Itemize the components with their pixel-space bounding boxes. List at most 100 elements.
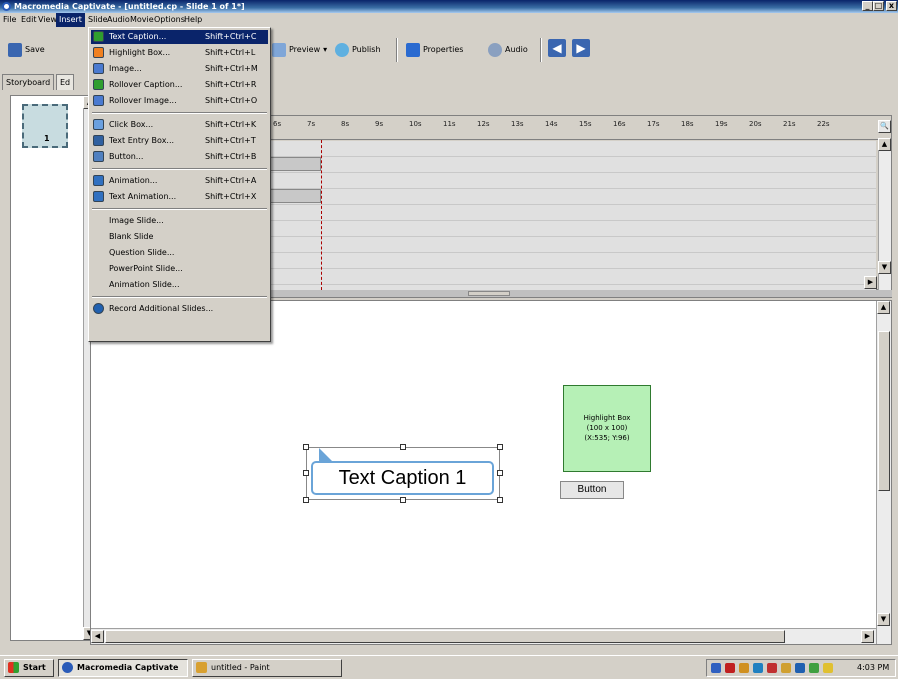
resize-handle[interactable] (303, 444, 309, 450)
ruler-tick-label: 18s (681, 120, 694, 128)
view-tabs: Storyboard Ed (0, 70, 90, 92)
menu-item-rollover-image[interactable]: Rollover Image... Shift+Ctrl+O (91, 94, 268, 108)
menu-item-blank-slide[interactable]: Blank Slide (91, 230, 268, 244)
minimize-button[interactable]: _ (862, 1, 873, 11)
ruler-tick-label: 13s (511, 120, 524, 128)
stage-vertical-scrollbar[interactable]: ▲ ▼ (876, 301, 891, 644)
menu-item-rollover-caption[interactable]: Rollover Caption... Shift+Ctrl+R (91, 78, 268, 92)
slide-thumbnail[interactable]: 1 (22, 104, 68, 148)
floppy-disk-icon (8, 43, 22, 57)
scroll-right-icon[interactable]: ▶ (864, 276, 877, 289)
ruler-tick-label: 6s (273, 120, 282, 128)
tray-app-icon[interactable] (809, 663, 819, 673)
save-button[interactable]: Save (8, 40, 45, 60)
taskbar-clock[interactable]: 4:03 PM (857, 660, 889, 676)
highlight-box-icon (93, 47, 104, 58)
taskbar-paint[interactable]: untitled - Paint (192, 659, 342, 677)
ruler-tick-label: 15s (579, 120, 592, 128)
scroll-down-icon[interactable]: ▼ (877, 613, 890, 626)
stage-button[interactable]: Button (560, 481, 624, 499)
scroll-left-icon[interactable]: ◀ (91, 630, 104, 643)
ruler-tick-label: 11s (443, 120, 456, 128)
menu-item-image[interactable]: Image... Shift+Ctrl+M (91, 62, 268, 76)
splitter-grip-icon[interactable] (468, 291, 510, 296)
resize-handle[interactable] (400, 444, 406, 450)
menu-insert[interactable]: Insert (56, 13, 85, 27)
tray-app-icon[interactable] (739, 663, 749, 673)
tab-edit[interactable]: Ed (56, 74, 75, 90)
toolbar-separator (540, 38, 542, 62)
text-entry-icon (93, 135, 104, 146)
scroll-up-icon[interactable]: ▲ (877, 301, 890, 314)
menu-item-text-animation[interactable]: Text Animation... Shift+Ctrl+X (91, 190, 268, 204)
menu-item-text-entry-box[interactable]: Text Entry Box... Shift+Ctrl+T (91, 134, 268, 148)
resize-handle[interactable] (400, 497, 406, 503)
menu-item-question-slide[interactable]: Question Slide... (91, 246, 268, 260)
highlight-box[interactable]: Highlight Box (100 x 100) (X:535; Y:96) (563, 385, 651, 472)
next-slide-button[interactable]: ▶ (572, 38, 590, 58)
zoom-icon[interactable]: 🔍 (878, 120, 891, 133)
publish-button[interactable]: Publish (335, 40, 381, 60)
tray-network-icon[interactable] (753, 663, 763, 673)
scroll-right-icon[interactable]: ▶ (861, 630, 874, 643)
ruler-tick-label: 19s (715, 120, 728, 128)
taskbar-captivate[interactable]: Macromedia Captivate (58, 659, 188, 677)
menu-item-record-additional-slides[interactable]: Record Additional Slides... (91, 302, 268, 316)
tray-shield-icon[interactable] (725, 663, 735, 673)
timeline-playhead[interactable] (321, 140, 322, 290)
resize-handle[interactable] (303, 470, 309, 476)
menu-item-text-caption[interactable]: Text Caption... Shift+Ctrl+C (91, 30, 268, 44)
preview-button[interactable]: Preview ▾ (272, 40, 327, 60)
tray-app-icon[interactable] (781, 663, 791, 673)
task-label: untitled - Paint (211, 663, 270, 672)
rollover-caption-icon (93, 79, 104, 90)
menu-separator (92, 208, 267, 210)
publish-icon (335, 43, 349, 57)
image-icon (93, 63, 104, 74)
tray-app-icon[interactable] (767, 663, 777, 673)
menu-item-label: Highlight Box... (109, 48, 171, 57)
scroll-thumb[interactable] (105, 630, 785, 643)
timeline-scrollbar[interactable]: ▲ ▼ (878, 138, 891, 290)
resize-handle[interactable] (497, 497, 503, 503)
start-button[interactable]: Start (4, 659, 54, 677)
previous-slide-button[interactable]: ◀ (548, 38, 566, 58)
scroll-up-icon[interactable]: ▲ (878, 138, 891, 151)
close-button[interactable]: x (886, 1, 897, 11)
button-icon (93, 151, 104, 162)
resize-handle[interactable] (303, 497, 309, 503)
arrow-right-icon: ▶ (572, 39, 590, 57)
window-title-bar[interactable]: Macromedia Captivate - [untitled.cp - Sl… (0, 0, 898, 13)
audio-label: Audio (505, 45, 528, 54)
text-animation-icon (93, 191, 104, 202)
menu-item-animation[interactable]: Animation... Shift+Ctrl+A (91, 174, 268, 188)
menu-item-powerpoint-slide[interactable]: PowerPoint Slide... (91, 262, 268, 276)
stage-horizontal-scrollbar[interactable]: ◀ ▶ (91, 628, 876, 644)
menu-item-image-slide[interactable]: Image Slide... (91, 214, 268, 228)
menu-file[interactable]: File (0, 13, 19, 27)
audio-button[interactable]: Audio (488, 40, 528, 60)
resize-handle[interactable] (497, 470, 503, 476)
menu-help[interactable]: Help (181, 13, 205, 27)
ruler-tick-label: 10s (409, 120, 422, 128)
menu-item-label: Animation... (109, 176, 158, 185)
tray-app-icon[interactable] (823, 663, 833, 673)
tray-app-icon[interactable] (795, 663, 805, 673)
ruler-tick-label: 17s (647, 120, 660, 128)
resize-handle[interactable] (497, 444, 503, 450)
menu-item-click-box[interactable]: Click Box... Shift+Ctrl+K (91, 118, 268, 132)
properties-button[interactable]: Properties (406, 40, 463, 60)
audio-icon (488, 43, 502, 57)
text-caption[interactable]: Text Caption 1 (311, 461, 494, 495)
scroll-down-icon[interactable]: ▼ (878, 261, 891, 274)
maximize-button[interactable]: □ (873, 1, 884, 11)
scroll-thumb[interactable] (878, 331, 890, 491)
tray-info-icon[interactable] (711, 663, 721, 673)
menu-item-animation-slide[interactable]: Animation Slide... (91, 278, 268, 292)
slide-stage[interactable]: Text Caption 1 Highlight Box (100 x 100)… (90, 300, 892, 645)
menu-item-button[interactable]: Button... Shift+Ctrl+B (91, 150, 268, 164)
highlight-box-size: (100 x 100) (586, 424, 628, 432)
menu-item-highlight-box[interactable]: Highlight Box... Shift+Ctrl+L (91, 46, 268, 60)
ruler-tick-label: 21s (783, 120, 796, 128)
tab-storyboard[interactable]: Storyboard (2, 74, 55, 90)
